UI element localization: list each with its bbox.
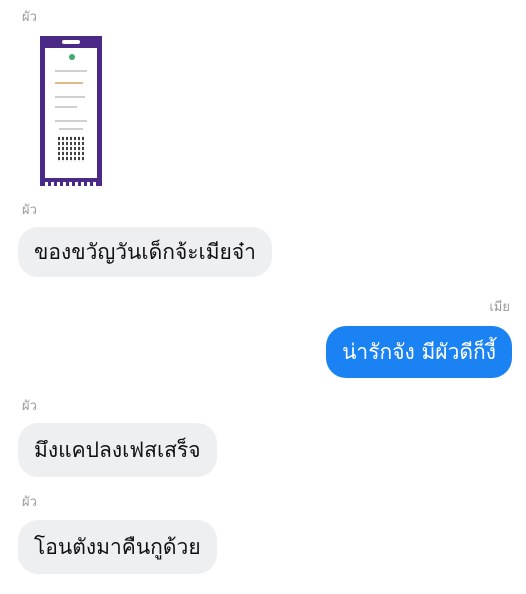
incoming-message-bubble[interactable]: มึงแคปลงเฟสเสร็จ xyxy=(18,423,217,477)
sender-label: เมีย xyxy=(489,300,510,315)
sender-label: ผัว xyxy=(22,495,37,510)
qr-code-icon xyxy=(58,136,84,162)
outgoing-message-bubble[interactable]: น่ารักจัง มีผัวดีก็งี้ xyxy=(326,326,512,378)
incoming-message-bubble[interactable]: โอนตังมาคืนกูด้วย xyxy=(18,520,217,574)
sender-label: ผัว xyxy=(22,399,37,414)
sender-label: ผัว xyxy=(22,10,37,25)
incoming-message-bubble[interactable]: ของขวัญวันเด็กจ้ะเมียจ๋า xyxy=(18,227,272,277)
receipt-image-attachment[interactable] xyxy=(40,36,102,186)
bank-logo-icon xyxy=(69,54,75,60)
receipt-card xyxy=(45,48,97,178)
sender-label: ผัว xyxy=(22,203,37,218)
